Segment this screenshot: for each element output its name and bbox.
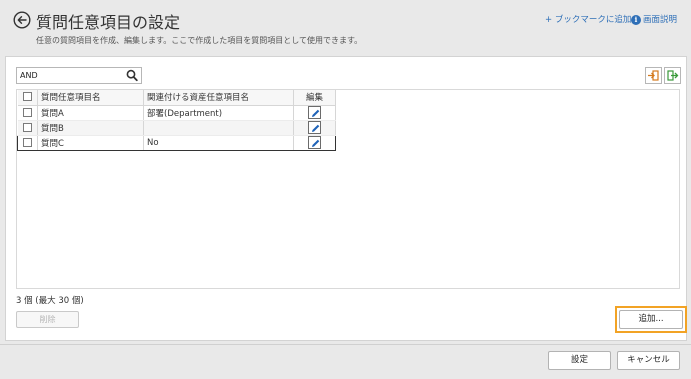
item-count-text: 3 個 (最大 30 個) (16, 296, 84, 306)
edit-button[interactable] (308, 121, 321, 134)
row-check-cell (17, 105, 38, 121)
row-checkbox[interactable] (22, 122, 32, 132)
main-panel: 質問任意項目名 関連付ける資産任意項目名 編集 質問A 部署(Departmen… (5, 56, 687, 341)
row-check-cell (17, 120, 38, 136)
import-icon (648, 70, 659, 81)
table-row[interactable]: 質問B (17, 120, 336, 136)
page-title: 質問任意項目の設定 (36, 13, 181, 32)
table-row[interactable]: 質問A 部署(Department) (17, 105, 336, 121)
linked-item-cell[interactable]: No (143, 134, 294, 151)
select-all-checkbox[interactable] (22, 92, 32, 102)
row-checkbox[interactable] (22, 107, 32, 117)
cancel-button[interactable]: キャンセル (617, 351, 680, 370)
export-icon (667, 70, 679, 81)
linked-item-cell[interactable]: 部署(Department) (143, 105, 294, 121)
info-icon: i (631, 14, 641, 25)
pencil-icon (312, 139, 320, 147)
column-header-linked[interactable]: 関連付ける資産任意項目名 (143, 90, 294, 106)
row-checkbox[interactable] (23, 137, 32, 147)
edit-cell (293, 105, 336, 121)
delete-button[interactable]: 削除 (16, 311, 79, 328)
screen-help-label: 画面説明 (643, 15, 678, 25)
set-button[interactable]: 設定 (548, 351, 611, 370)
table-row-selected[interactable]: 質問C No (17, 134, 336, 151)
page-header: 質問任意項目の設定 任意の質問項目を作成、編集します。ここで作成した項目を質問項… (0, 0, 691, 54)
export-button[interactable] (664, 67, 681, 84)
import-button[interactable] (645, 67, 662, 84)
select-all-cell (17, 90, 38, 106)
question-name-cell[interactable]: 質問A (37, 105, 144, 121)
search-input[interactable] (20, 69, 120, 82)
back-arrow-icon[interactable] (13, 11, 31, 29)
items-table: 質問任意項目名 関連付ける資産任意項目名 編集 質問A 部署(Departmen… (17, 90, 336, 151)
question-items-grid: 質問任意項目名 関連付ける資産任意項目名 編集 質問A 部署(Departmen… (16, 89, 680, 289)
edit-cell (293, 134, 336, 151)
footer-divider (0, 344, 691, 345)
add-button[interactable]: 追加... (619, 310, 683, 329)
table-header-row: 質問任意項目名 関連付ける資産任意項目名 編集 (17, 90, 336, 106)
pencil-icon (312, 109, 320, 117)
search-icon[interactable] (126, 69, 138, 82)
edit-button[interactable] (308, 136, 321, 149)
edit-button[interactable] (308, 106, 321, 119)
question-name-cell[interactable]: 質問B (37, 120, 144, 136)
row-check-cell (17, 134, 38, 151)
column-header-name[interactable]: 質問任意項目名 (37, 90, 144, 106)
linked-item-cell[interactable] (143, 120, 294, 136)
search-box (16, 67, 142, 84)
pencil-icon (312, 124, 320, 132)
edit-cell (293, 120, 336, 136)
add-bookmark-link[interactable]: + ブックマークに追加 (545, 13, 631, 25)
question-name-cell[interactable]: 質問C (37, 134, 144, 151)
column-header-edit: 編集 (293, 90, 336, 106)
screen-help-link[interactable]: i 画面説明 (631, 13, 677, 25)
page-description: 任意の質問項目を作成、編集します。ここで作成した項目を質問項目として使用できます… (36, 36, 363, 45)
